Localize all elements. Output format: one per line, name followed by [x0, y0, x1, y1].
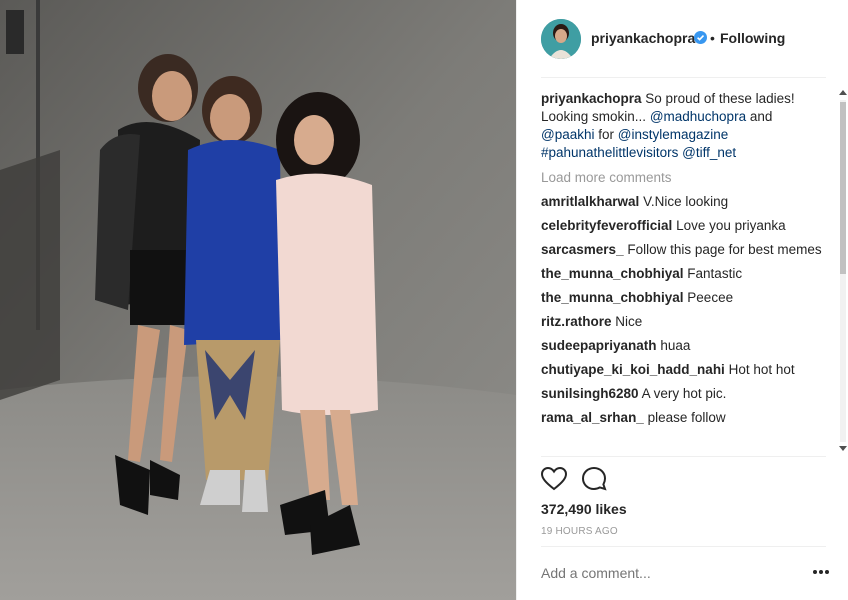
comments-list[interactable]: priyankachopra So proud of these ladies!… [541, 90, 827, 452]
comment-username[interactable]: ritz.rathore [541, 314, 612, 329]
post-details-panel: priyankachopra • Following priyankachopr… [516, 0, 848, 600]
comment-text: A very hot pic. [641, 386, 727, 401]
post-actions [541, 466, 621, 492]
more-options-icon[interactable] [813, 570, 829, 576]
post-header: priyankachopra • Following [517, 0, 848, 78]
comment-username[interactable]: chutiyape_ki_koi_hadd_nahi [541, 362, 725, 377]
following-button[interactable]: Following [720, 30, 785, 46]
comment-username[interactable]: amritlalkharwal [541, 194, 639, 209]
comment-username[interactable]: the_munna_chobhiyal [541, 266, 684, 281]
comment-text: huaa [660, 338, 691, 353]
comment-icon[interactable] [581, 466, 607, 492]
comment-username[interactable]: sunilsingh6280 [541, 386, 639, 401]
caption-text: for [594, 127, 618, 142]
comment-item: ritz.rathore Nice [541, 313, 827, 331]
verified-badge-icon [694, 31, 707, 44]
comment-text: V.Nice looking [643, 194, 729, 209]
comment-username[interactable]: sarcasmers_ [541, 242, 624, 257]
scroll-down-arrow-icon[interactable] [839, 446, 847, 451]
avatar-image [541, 19, 581, 59]
mention-link[interactable]: @paakhi [541, 127, 595, 142]
instagram-post-modal: priyankachopra • Following priyankachopr… [0, 0, 848, 600]
post-caption: priyankachopra So proud of these ladies!… [541, 90, 827, 162]
comment-text: Fantastic [687, 266, 743, 281]
comment-item: sarcasmers_ Follow this page for best me… [541, 241, 827, 259]
comment-item: rama_al_srhan_ please follow [541, 409, 827, 427]
comment-username[interactable]: sudeepapriyanath [541, 338, 657, 353]
comment-item: sunilsingh6280 A very hot pic. [541, 385, 827, 403]
comment-text: Follow this page for best memes [627, 242, 822, 257]
comment-username[interactable]: the_munna_chobhiyal [541, 290, 684, 305]
mention-link[interactable]: @tiff_net [682, 145, 736, 160]
caption-username[interactable]: priyankachopra [541, 91, 642, 106]
comment-text: please follow [647, 410, 726, 425]
header-divider [541, 77, 826, 78]
comment-item: sudeepapriyanath huaa [541, 337, 827, 355]
comment-item: the_munna_chobhiyal Peecee [541, 289, 827, 307]
add-comment-divider [541, 546, 826, 547]
caption-text: and [746, 109, 773, 124]
header-separator: • [710, 30, 715, 46]
load-more-comments-button[interactable]: Load more comments [541, 169, 827, 187]
hashtag-link[interactable]: #pahunathelittlevisitors [541, 145, 678, 160]
header-username[interactable]: priyankachopra [591, 30, 695, 46]
comment-text: Peecee [687, 290, 734, 305]
comment-text: Love you priyanka [676, 218, 786, 233]
photo-illustration [0, 0, 516, 600]
likes-count[interactable]: 372,490 likes [541, 501, 627, 517]
comment-text: Hot hot hot [728, 362, 795, 377]
comment-item: celebrityfeverofficial Love you priyanka [541, 217, 827, 235]
comment-username[interactable]: rama_al_srhan_ [541, 410, 644, 425]
post-timestamp[interactable]: 19 HOURS AGO [541, 526, 618, 537]
mention-link[interactable]: @madhuchopra [650, 109, 746, 124]
comment-item: chutiyape_ki_koi_hadd_nahi Hot hot hot [541, 361, 827, 379]
avatar[interactable] [541, 19, 581, 59]
comments-divider [541, 456, 826, 457]
scroll-up-arrow-icon[interactable] [839, 90, 847, 95]
heart-icon[interactable] [541, 466, 567, 492]
mention-link[interactable]: @instylemagazine [618, 127, 729, 142]
scrollbar-thumb[interactable] [840, 102, 846, 274]
comment-text: Nice [615, 314, 643, 329]
comment-username[interactable]: celebrityfeverofficial [541, 218, 672, 233]
comment-item: the_munna_chobhiyal Fantastic [541, 265, 827, 283]
add-comment-input[interactable] [541, 565, 801, 581]
comment-item: amritlalkharwal V.Nice looking [541, 193, 827, 211]
post-photo[interactable] [0, 0, 516, 600]
comments-scrollbar[interactable] [837, 88, 848, 454]
